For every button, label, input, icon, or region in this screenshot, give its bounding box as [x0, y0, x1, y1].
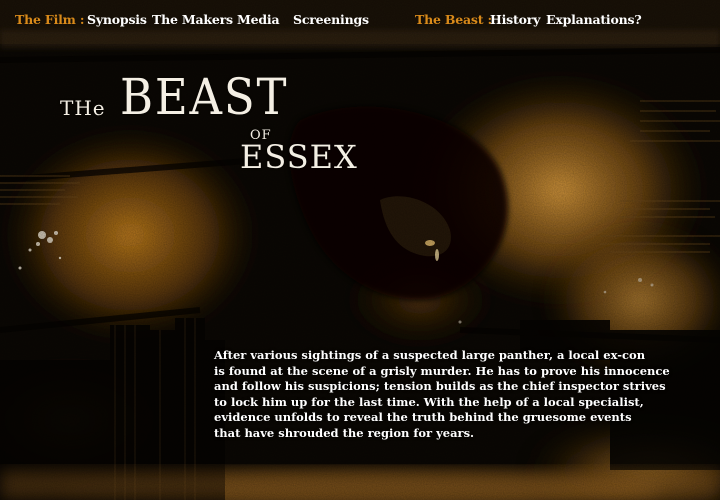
- nav-link-screenings[interactable]: Screenings: [293, 12, 369, 27]
- nav-link-media[interactable]: Media: [237, 12, 280, 27]
- synopsis-line: evidence unfolds to reveal the truth beh…: [214, 410, 632, 424]
- title-word-beast: BEAST: [120, 68, 289, 126]
- synopsis-line: to lock him up for the last time. With t…: [214, 394, 644, 409]
- nav-link-explanations[interactable]: Explanations?: [546, 12, 642, 27]
- top-navigation: The Film : Synopsis The Makers Media Scr…: [0, 12, 720, 34]
- synopsis-paragraph: After various sightings of a suspected l…: [214, 348, 670, 441]
- title-word-the: THe: [60, 96, 106, 120]
- page: The Film : Synopsis The Makers Media Scr…: [0, 0, 720, 500]
- synopsis-line: that have shrouded the region for years.: [214, 425, 475, 440]
- nav-link-history[interactable]: History: [490, 12, 540, 27]
- nav-section-film-label: The Film :: [15, 12, 85, 27]
- nav-section-beast-label: The Beast :: [415, 12, 492, 27]
- synopsis-line: is found at the scene of a grisly murder…: [214, 363, 670, 378]
- nav-link-synopsis[interactable]: Synopsis: [87, 12, 147, 27]
- synopsis-line: and follow his suspicions; tension build…: [214, 379, 666, 393]
- title-word-essex: ESSEX: [240, 138, 358, 176]
- synopsis-line: After various sightings of a suspected l…: [214, 348, 646, 362]
- nav-link-the-makers[interactable]: The Makers: [152, 12, 233, 27]
